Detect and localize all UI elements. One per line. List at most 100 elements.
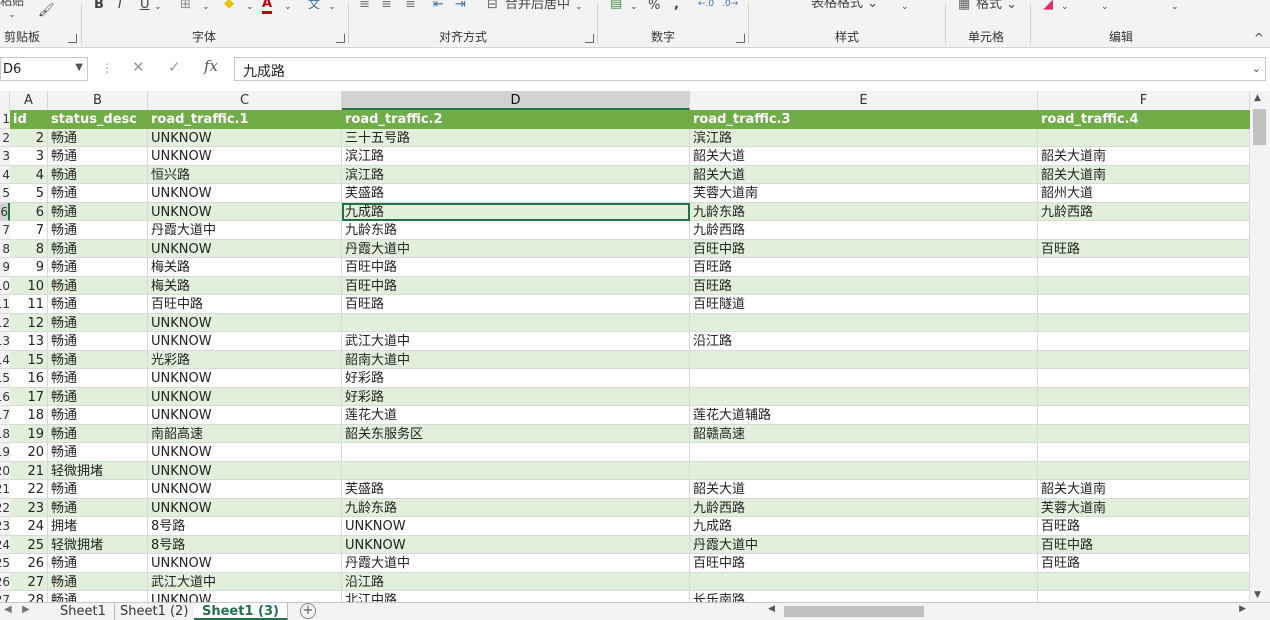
name-box[interactable]: D6 ▼ [0, 57, 88, 81]
cell-d[interactable]: 芙盛路 [342, 480, 690, 499]
scroll-up-icon[interactable]: ▲ [1254, 93, 1261, 103]
cell-f[interactable]: 九龄西路 [1038, 202, 1250, 221]
cell-d[interactable]: 沿江路 [342, 572, 690, 591]
select-all-corner[interactable] [0, 91, 10, 110]
cell-e[interactable]: 沿江路 [690, 332, 1038, 351]
cell-d[interactable]: 滨江路 [342, 147, 690, 166]
cell-b[interactable]: 畅通 [48, 258, 148, 277]
underline-dropdown-icon[interactable]: ⌄ [154, 0, 162, 14]
cell-e[interactable]: 莲花大道辅路 [690, 406, 1038, 425]
cell-f[interactable]: 百旺中路 [1038, 535, 1250, 554]
cell-b[interactable]: 畅通 [48, 295, 148, 314]
cell-c[interactable]: UNKNOW [148, 332, 342, 351]
row-header[interactable]: 16 [0, 388, 10, 406]
cell-e[interactable]: 九成路 [690, 517, 1038, 536]
row-header[interactable]: 26 [0, 573, 10, 591]
phonetic-dropdown-icon[interactable]: ⌄ [328, 0, 336, 14]
cell-e[interactable]: 滨江路 [690, 128, 1038, 147]
align-left-icon[interactable]: ≡ [359, 0, 370, 12]
cell-a[interactable]: 21 [10, 461, 48, 480]
cell-a[interactable]: 4 [10, 165, 48, 184]
header-cell-a[interactable]: id [10, 110, 48, 129]
row-header[interactable]: 10 [0, 277, 10, 295]
merge-dropdown-icon[interactable]: ⌄ [575, 0, 583, 14]
cell-f[interactable] [1038, 369, 1250, 388]
cell-d[interactable]: 九龄东路 [342, 498, 690, 517]
increase-decimal-icon[interactable]: ←.0 [698, 0, 714, 11]
decrease-decimal-icon[interactable]: .0→ [722, 0, 738, 11]
cell-f[interactable]: 百旺路 [1038, 554, 1250, 573]
cell-e[interactable]: 芙蓉大道南 [690, 184, 1038, 203]
cell-a[interactable]: 23 [10, 498, 48, 517]
cell-a[interactable]: 6 [10, 202, 48, 221]
cell-a[interactable]: 26 [10, 554, 48, 573]
merge-center-icon[interactable]: ⊟ [487, 0, 498, 12]
prev-sheet-icon[interactable]: ◀ [4, 604, 12, 615]
bold-button[interactable]: B [94, 0, 104, 12]
cell-d[interactable]: 韶关东服务区 [342, 424, 690, 443]
cell-d[interactable]: 百旺中路 [342, 276, 690, 295]
cell-a[interactable]: 3 [10, 147, 48, 166]
cell-c[interactable]: UNKNOW [148, 184, 342, 203]
cell-f[interactable] [1038, 572, 1250, 591]
cell-a[interactable]: 11 [10, 295, 48, 314]
cell-d[interactable] [342, 443, 690, 462]
percent-button[interactable]: % [648, 0, 660, 13]
cell-a[interactable]: 15 [10, 350, 48, 369]
row-header[interactable]: 2 [0, 129, 10, 147]
cell-a[interactable]: 25 [10, 535, 48, 554]
header-cell-e[interactable]: road_traffic.3 [690, 110, 1038, 129]
cell-b[interactable]: 轻微拥堵 [48, 535, 148, 554]
cell-c[interactable]: UNKNOW [148, 387, 342, 406]
cell-d[interactable] [342, 461, 690, 480]
cell-e[interactable] [690, 461, 1038, 480]
next-sheet-icon[interactable]: ▶ [22, 604, 30, 615]
cell-a[interactable]: 8 [10, 239, 48, 258]
cell-c[interactable]: UNKNOW [148, 461, 342, 480]
collapse-ribbon-icon[interactable]: ^ [1254, 31, 1264, 45]
worksheet-grid[interactable]: id status_desc road_traffic.1 road_traffic.… [10, 110, 1250, 602]
fill-color-icon[interactable]: ◆ [224, 0, 234, 11]
cell-d[interactable]: 三十五号路 [342, 128, 690, 147]
cell-a[interactable]: 19 [10, 424, 48, 443]
merge-center-button[interactable]: 合并后居中 [505, 0, 570, 12]
cell-f[interactable]: 百旺路 [1038, 239, 1250, 258]
horizontal-scrollbar[interactable]: ◀ ▶ [764, 604, 1250, 619]
cell-b[interactable]: 畅通 [48, 128, 148, 147]
paste-button[interactable]: 粘贴 [0, 0, 24, 8]
cell-a[interactable]: 22 [10, 480, 48, 499]
cell-c[interactable]: UNKNOW [148, 128, 342, 147]
cell-b[interactable]: 畅通 [48, 554, 148, 573]
cell-e[interactable]: 百旺隧道 [690, 295, 1038, 314]
cell-b[interactable]: 畅通 [48, 369, 148, 388]
row-header[interactable]: 22 [0, 499, 10, 517]
row-header[interactable]: 11 [0, 295, 10, 314]
row-header[interactable]: 4 [0, 166, 10, 184]
cancel-icon[interactable]: ✕ [132, 58, 145, 76]
cell-f[interactable]: 韶关大道南 [1038, 147, 1250, 166]
cell-a[interactable]: 7 [10, 221, 48, 240]
horizontal-scroll-thumb[interactable] [784, 606, 924, 617]
cell-f[interactable]: 韶州大道 [1038, 184, 1250, 203]
cell-a[interactable]: 10 [10, 276, 48, 295]
row-header[interactable]: 23 [0, 517, 10, 536]
cell-c[interactable]: 丹霞大道中 [148, 221, 342, 240]
cell-b[interactable]: 畅通 [48, 221, 148, 240]
cell-e[interactable]: 九龄西路 [690, 221, 1038, 240]
vertical-scrollbar[interactable]: ▲ ▼ [1250, 91, 1270, 602]
cell-c[interactable]: UNKNOW [148, 147, 342, 166]
row-header[interactable]: 14 [0, 351, 10, 369]
accounting-format-icon[interactable]: ▤ [610, 0, 622, 11]
cell-e[interactable]: 韶赣高速 [690, 424, 1038, 443]
active-cell[interactable]: 九成路 [342, 202, 690, 221]
cell-f[interactable] [1038, 424, 1250, 443]
row-header[interactable]: 20 [0, 462, 10, 480]
cell-f[interactable] [1038, 332, 1250, 351]
row-header[interactable]: 12 [0, 314, 10, 332]
cell-e[interactable] [690, 369, 1038, 388]
column-header-e[interactable]: E [690, 91, 1038, 110]
cell-c[interactable]: UNKNOW [148, 554, 342, 573]
row-header[interactable]: 25 [0, 554, 10, 573]
format-painter-icon[interactable]: 🖌 [38, 4, 55, 18]
cell-c[interactable]: 梅关路 [148, 276, 342, 295]
